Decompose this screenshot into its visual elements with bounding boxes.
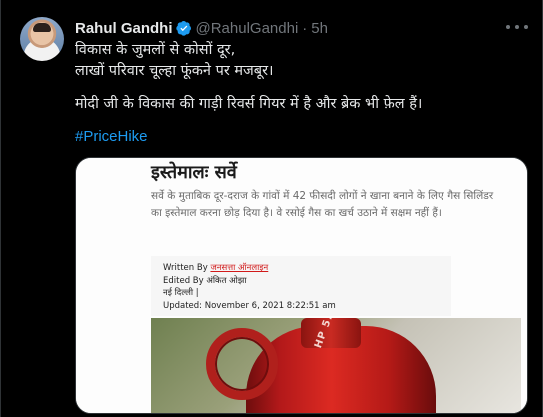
avatar-hair (33, 23, 51, 32)
separator-dot: · (302, 19, 308, 37)
article-screenshot: इस्तेमालः सर्वे सर्वे के मुताबिक दूर-दरा… (76, 158, 527, 413)
more-dot (515, 25, 519, 29)
article-paragraph: सर्वे के मुताबिक दूर-दराज के गांवों में … (151, 190, 494, 219)
more-dot (524, 25, 528, 29)
author-handle[interactable]: @RahulGandhi (196, 20, 299, 37)
tweet-text: विकास के जुमलों से कोसों दूर, लाखों परिव… (75, 40, 525, 115)
author-name[interactable]: Rahul Gandhi (75, 20, 173, 37)
location-line: नई दिल्ली | (163, 288, 199, 298)
hashtag-link[interactable]: #PriceHike (75, 128, 148, 145)
more-options-icon[interactable] (506, 18, 528, 36)
cylinder-valve-ring (206, 328, 278, 400)
article-byline: Written By जनसत्ता ऑनलाइन Edited By अंकि… (163, 262, 336, 312)
written-by-author: जनसत्ता ऑनलाइन (210, 263, 269, 273)
written-by-label: Written By (163, 263, 208, 273)
updated-line: Updated: November 6, 2021 8:22:51 am (163, 300, 336, 311)
tweet-line-3: मोदी जी के विकास की गाड़ी रिवर्स गियर मे… (75, 96, 423, 112)
tweet-card[interactable]: Rahul Gandhi @RahulGandhi · 5h विकास के … (0, 0, 543, 417)
verified-badge-icon (175, 21, 191, 36)
tweet-media-image[interactable]: इस्तेमालः सर्वे सर्वे के मुताबिक दूर-दरा… (75, 157, 528, 414)
more-dot (506, 25, 510, 29)
avatar[interactable] (20, 17, 64, 61)
written-by-line: Written By जनसत्ता ऑनलाइन (163, 262, 336, 275)
tweet-line-2: लाखों परिवार चूल्हा फूंकने पर मजबूर। (75, 63, 274, 79)
article-title: इस्तेमालः सर्वे (151, 162, 237, 183)
tweet-timestamp[interactable]: 5h (311, 20, 328, 37)
gas-cylinder-photo: HP 5.7 (151, 318, 521, 413)
tweet-header: Rahul Gandhi @RahulGandhi · 5h (75, 18, 328, 38)
tweet-line-1: विकास के जुमलों से कोसों दूर, (75, 42, 236, 58)
edited-by-line: Edited By अंकित ओझा (163, 275, 247, 286)
